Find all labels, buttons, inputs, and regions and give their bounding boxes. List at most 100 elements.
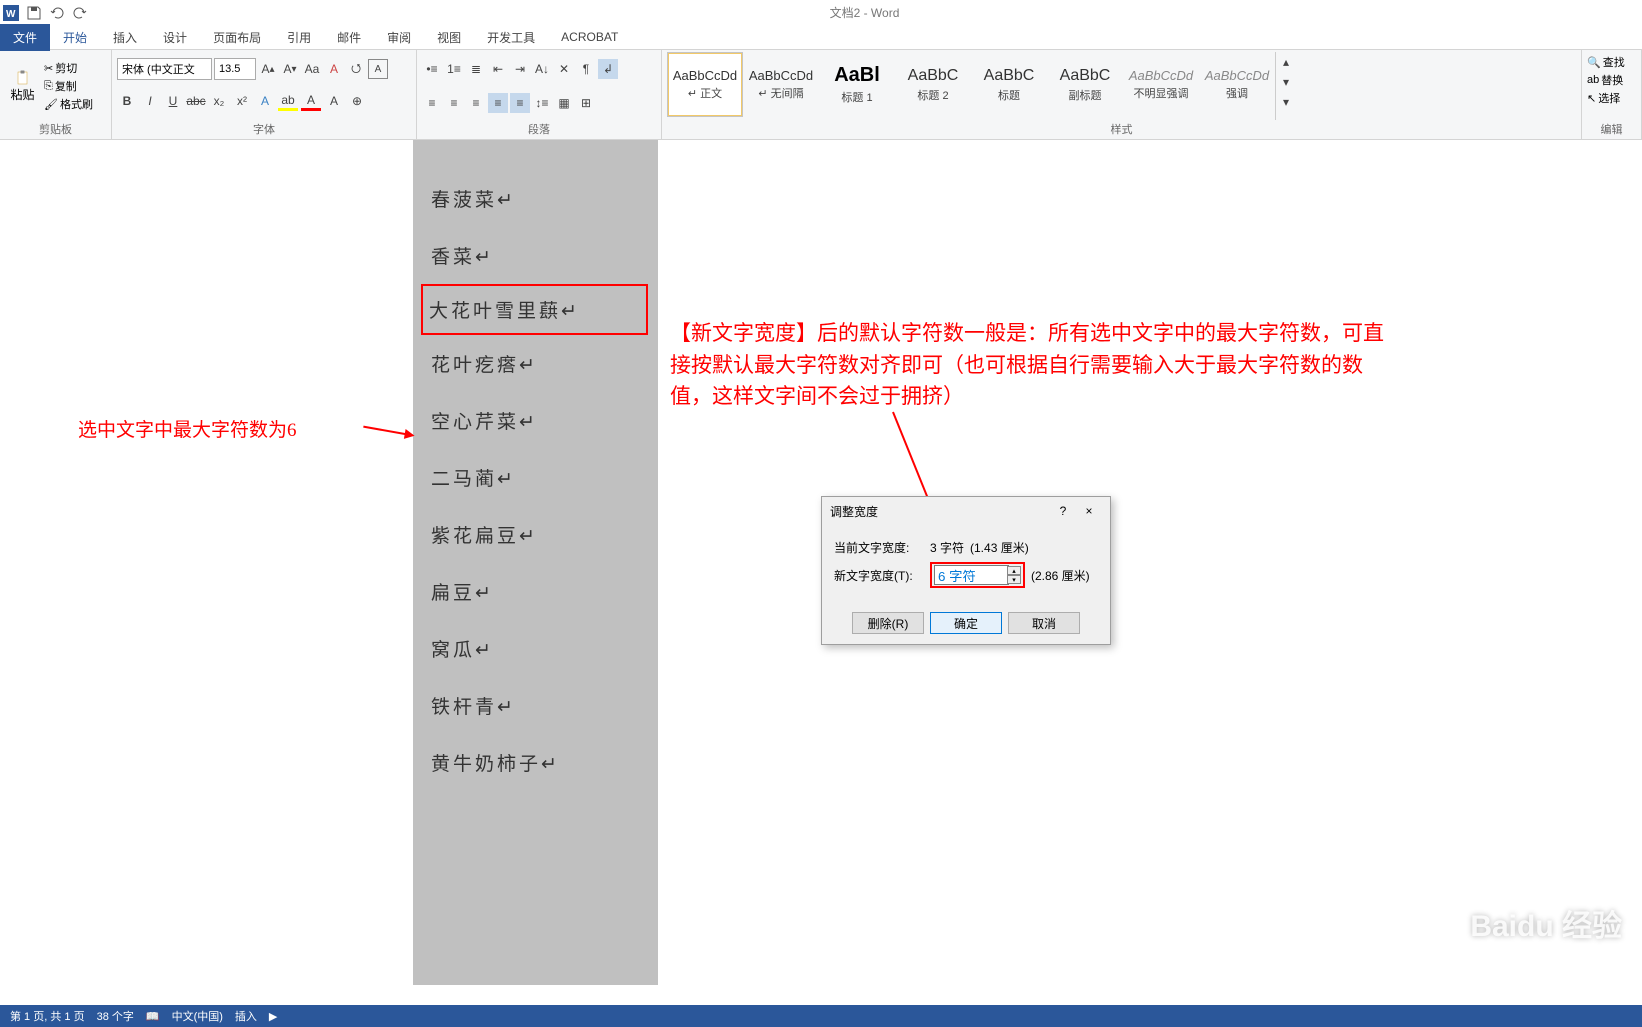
delete-button[interactable]: 删除(R)	[852, 612, 924, 634]
doc-line: 香菜↵	[423, 227, 648, 284]
doc-line: 黄牛奶柿子↵	[423, 734, 648, 791]
clear-format-button[interactable]: ⭯	[346, 59, 366, 79]
proofing-icon[interactable]: 📖	[146, 1010, 160, 1023]
text-effects-button[interactable]: A	[255, 91, 275, 111]
tab-file[interactable]: 文件	[0, 24, 50, 51]
phonetic-guide-button[interactable]: A	[324, 59, 344, 79]
style-h2[interactable]: AaBbC标题 2	[895, 52, 971, 117]
save-icon[interactable]	[25, 4, 43, 22]
find-button[interactable]: 🔍查找	[1587, 54, 1625, 70]
doc-line-highlighted: 大花叶雪里蕻↵	[421, 284, 648, 335]
macro-icon[interactable]: ▶	[269, 1010, 277, 1023]
style-subtle-emphasis[interactable]: AaBbCcDd不明显强调	[1123, 52, 1199, 117]
multilevel-button[interactable]: ≣	[466, 59, 486, 79]
styles-gallery[interactable]: AaBbCcDd↵ 正文 AaBbCcDd↵ 无间隔 AaBl标题 1 AaBb…	[667, 52, 1275, 117]
font-name-select[interactable]: 宋体 (中文正文	[117, 58, 212, 80]
superscript-button[interactable]: x²	[232, 91, 252, 111]
new-width-label: 新文字宽度(T):	[834, 567, 924, 584]
change-case-button[interactable]: Aa	[302, 59, 322, 79]
doc-line: 二马蔺↵	[423, 449, 648, 506]
tab-design[interactable]: 设计	[150, 24, 200, 51]
italic-button[interactable]: I	[140, 91, 160, 111]
cut-button[interactable]: ✂剪切	[44, 60, 93, 76]
bullets-button[interactable]: •≡	[422, 59, 442, 79]
tab-acrobat[interactable]: ACROBAT	[548, 25, 631, 49]
align-center-button[interactable]: ≡	[444, 93, 464, 113]
styles-scroll-down[interactable]: ▾	[1276, 72, 1296, 92]
style-nospacing[interactable]: AaBbCcDd↵ 无间隔	[743, 52, 819, 117]
copy-icon: ⎘	[44, 80, 53, 93]
dec-indent-button[interactable]: ⇤	[488, 59, 508, 79]
highlight-button[interactable]: ab	[278, 91, 298, 111]
tab-developer[interactable]: 开发工具	[474, 24, 548, 51]
replace-button[interactable]: ab替换	[1587, 72, 1625, 88]
current-width-cm: (1.43 厘米)	[970, 539, 1029, 556]
line-spacing-button[interactable]: ↕≡	[532, 93, 552, 113]
tab-view[interactable]: 视图	[424, 24, 474, 51]
undo-icon[interactable]	[48, 4, 66, 22]
underline-button[interactable]: U	[163, 91, 183, 111]
redo-icon[interactable]	[71, 4, 89, 22]
paste-button[interactable]: 粘贴	[5, 52, 40, 120]
current-width-label: 当前文字宽度:	[834, 539, 924, 556]
sort-button[interactable]: A↓	[532, 59, 552, 79]
distributed-button[interactable]: ≡	[510, 93, 530, 113]
spinner[interactable]: ▴▾	[1007, 566, 1021, 584]
borders-button[interactable]: ⊞	[576, 93, 596, 113]
annotation-right: 【新文字宽度】后的默认字符数一般是：所有选中文字中的最大字符数，可直接按默认最大…	[670, 318, 1390, 413]
para-ext-button[interactable]: ↲	[598, 59, 618, 79]
align-right-button[interactable]: ≡	[466, 93, 486, 113]
shading-button[interactable]: ▦	[554, 93, 574, 113]
enclose-button[interactable]: ⊕	[347, 91, 367, 111]
style-h1[interactable]: AaBl标题 1	[819, 52, 895, 117]
status-language[interactable]: 中文(中国)	[172, 1008, 223, 1024]
show-marks-button[interactable]: ¶	[576, 59, 596, 79]
char-shading-button[interactable]: A	[324, 91, 344, 111]
format-painter-button[interactable]: 🖌格式刷	[44, 96, 93, 112]
status-mode[interactable]: 插入	[235, 1008, 257, 1024]
tab-mailings[interactable]: 邮件	[324, 24, 374, 51]
numbering-button[interactable]: 1≡	[444, 59, 464, 79]
align-left-button[interactable]: ≡	[422, 93, 442, 113]
font-color-button[interactable]: A	[301, 91, 321, 111]
style-normal[interactable]: AaBbCcDd↵ 正文	[667, 52, 743, 117]
bold-button[interactable]: B	[117, 91, 137, 111]
styles-scroll-up[interactable]: ▴	[1276, 52, 1296, 72]
strike-button[interactable]: abc	[186, 91, 206, 111]
dialog-close-button[interactable]: ×	[1076, 504, 1102, 518]
ribbon: 粘贴 ✂剪切 ⎘复制 🖌格式刷 剪贴板 宋体 (中文正文 13.5 A▴ A▾ …	[0, 50, 1642, 140]
styles-expand[interactable]: ▾	[1276, 92, 1296, 112]
dialog-help-button[interactable]: ?	[1050, 504, 1076, 518]
tab-review[interactable]: 审阅	[374, 24, 424, 51]
inc-indent-button[interactable]: ⇥	[510, 59, 530, 79]
paste-label: 粘贴	[10, 86, 34, 103]
dialog-titlebar[interactable]: 调整宽度 ? ×	[822, 497, 1110, 525]
subscript-button[interactable]: x₂	[209, 91, 229, 111]
svg-text:W: W	[6, 9, 16, 20]
tab-layout[interactable]: 页面布局	[200, 24, 274, 51]
style-title[interactable]: AaBbC标题	[971, 52, 1047, 117]
status-page[interactable]: 第 1 页, 共 1 页	[10, 1008, 85, 1024]
tab-references[interactable]: 引用	[274, 24, 324, 51]
document-selection[interactable]: 春菠菜↵ 香菜↵ 大花叶雪里蕻↵ 花叶疙瘩↵ 空心芹菜↵ 二马蔺↵ 紫花扁豆↵ …	[413, 140, 658, 985]
grow-font-button[interactable]: A▴	[258, 59, 278, 79]
style-emphasis[interactable]: AaBbCcDd强调	[1199, 52, 1275, 117]
select-button[interactable]: ↖选择	[1587, 90, 1625, 106]
justify-button[interactable]: ≡	[488, 93, 508, 113]
tab-home[interactable]: 开始	[50, 24, 100, 51]
font-size-select[interactable]: 13.5	[214, 58, 256, 80]
shrink-font-button[interactable]: A▾	[280, 59, 300, 79]
status-words[interactable]: 38 个字	[97, 1008, 134, 1024]
copy-button[interactable]: ⎘复制	[44, 78, 93, 94]
tab-insert[interactable]: 插入	[100, 24, 150, 51]
cancel-button[interactable]: 取消	[1008, 612, 1080, 634]
new-width-input[interactable]	[934, 565, 1009, 585]
char-scale-button[interactable]: ✕	[554, 59, 574, 79]
new-width-highlight: ▴▾	[930, 562, 1025, 588]
spin-up-icon[interactable]: ▴	[1007, 566, 1021, 575]
char-border-button[interactable]: A	[368, 59, 388, 79]
spin-down-icon[interactable]: ▾	[1007, 575, 1021, 584]
clipboard-label: 剪贴板	[5, 120, 106, 139]
style-subtitle[interactable]: AaBbC副标题	[1047, 52, 1123, 117]
ok-button[interactable]: 确定	[930, 612, 1002, 634]
